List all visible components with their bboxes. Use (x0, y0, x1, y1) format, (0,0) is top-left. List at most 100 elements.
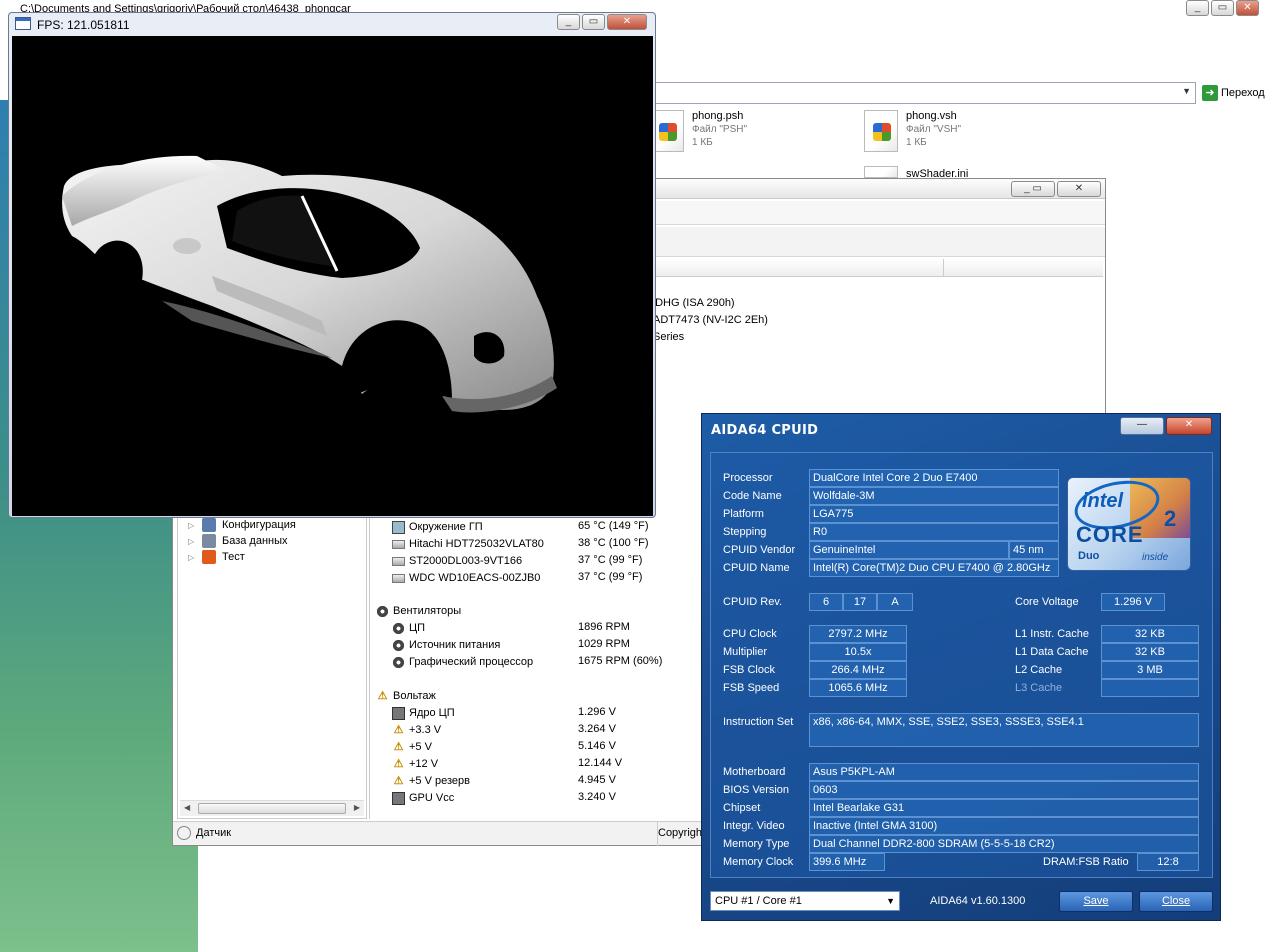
ratio-value: 12:8 (1137, 853, 1199, 871)
sensor-label: GPU Vcc (409, 792, 455, 804)
l3-label: L3 Cache (1015, 682, 1063, 694)
expand-icon[interactable]: ▷ (188, 521, 196, 530)
sensor-row[interactable]: Ядро ЦП (392, 705, 455, 721)
fsbclock-value: 266.4 MHz (809, 661, 907, 679)
version-label: AIDA64 v1.60.1300 (930, 895, 1026, 907)
fps-title: FPS: 121.051811 (37, 18, 130, 32)
tree-item[interactable]: ▷ Тест (188, 549, 245, 565)
sensor-label: ЦП (409, 622, 426, 634)
minimize-icon[interactable]: — (1120, 417, 1164, 435)
close-icon[interactable]: ✕ (607, 14, 647, 30)
sensor-row[interactable]: ST2000DL003-9VT166 (392, 553, 522, 569)
minimize-icon[interactable]: _ (1186, 0, 1209, 16)
scroll-right-icon[interactable]: ▶ (354, 803, 360, 812)
cpuname-value: Intel(R) Core(TM)2 Duo CPU E7400 @ 2.80G… (809, 559, 1059, 577)
l1i-label: L1 Instr. Cache (1015, 628, 1089, 640)
sensor-row[interactable]: Графический процессор (392, 654, 533, 670)
hdd-icon (392, 556, 405, 566)
scroll-left-icon[interactable]: ◀ (184, 803, 190, 812)
hdd-icon (392, 573, 405, 583)
fan-icon (376, 604, 389, 618)
bios-label: BIOS Version (723, 784, 790, 796)
l1d-value: 32 KB (1101, 643, 1199, 661)
platform-value: LGA775 (809, 505, 1059, 523)
l1i-value: 32 KB (1101, 625, 1199, 643)
sensor-value: 1029 RPM (578, 638, 630, 650)
cpuid-window: AIDA64 CPUID — ✕ Processor Code Name Pla… (701, 413, 1221, 921)
sensor-label: Hitachi HDT725032VLAT80 (409, 538, 544, 550)
processor-label: Processor (723, 472, 773, 484)
cpuid-title: AIDA64 CPUID (711, 423, 819, 438)
tree-item[interactable]: ▷ База данных (188, 533, 288, 549)
warning-icon: ⚠ (393, 740, 404, 753)
memclock-label: Memory Clock (723, 856, 794, 868)
expand-icon[interactable]: ▷ (188, 537, 196, 546)
sensor-row[interactable]: ⚠ +12 V (392, 756, 439, 772)
fsbclock-label: FSB Clock (723, 664, 775, 676)
sensor-label: +3.3 V (409, 724, 442, 736)
render-viewport[interactable] (12, 36, 653, 516)
close-icon[interactable]: ✕ (1236, 0, 1259, 16)
tree-item-label: Конфигурация (222, 519, 296, 531)
sensor-label: Источник питания (409, 639, 501, 651)
l2-label: L2 Cache (1015, 664, 1063, 676)
scroll-thumb[interactable] (198, 803, 346, 814)
chevron-down-icon[interactable]: ▼ (1182, 86, 1191, 96)
sensor-row[interactable]: ⚠ +5 V резерв (392, 773, 470, 789)
sensor-row[interactable]: ⚠ Вольтаж (376, 688, 436, 704)
codename-value: Wolfdale-3M (809, 487, 1059, 505)
file-item[interactable]: phong.psh Файл "PSH" 1 КБ (650, 110, 747, 152)
hdd-icon (392, 539, 405, 549)
file-size: 1 КБ (906, 137, 927, 148)
corevolt-value: 1.296 V (1101, 593, 1165, 611)
close-button[interactable]: Close (1139, 891, 1213, 912)
expand-icon[interactable]: ▷ (188, 553, 196, 562)
close-icon[interactable]: ✕ (1057, 181, 1101, 197)
vendor-label: CPUID Vendor (723, 544, 796, 556)
video-value: Inactive (Intel GMA 3100) (809, 817, 1199, 835)
maximize-icon[interactable]: ▭ (1211, 0, 1234, 16)
sensor-row[interactable]: ЦП (392, 620, 425, 636)
go-button[interactable]: ➜ Переход (1200, 82, 1269, 104)
sensor-row[interactable]: Hitachi HDT725032VLAT80 (392, 536, 544, 552)
processor-value: DualCore Intel Core 2 Duo E7400 (809, 469, 1059, 487)
horizontal-scrollbar[interactable]: ◀ ▶ (180, 800, 364, 816)
sensor-row[interactable]: ⚠ +5 V (392, 739, 432, 755)
save-button[interactable]: Save (1059, 891, 1133, 912)
rev-label: CPUID Rev. (723, 596, 783, 608)
sensor-value: 5.146 V (578, 740, 616, 752)
sensor-row[interactable]: ⚠ +3.3 V (392, 722, 442, 738)
file-size: 1 КБ (692, 137, 713, 148)
ratio-label: DRAM:FSB Ratio (1043, 856, 1129, 868)
maximize-icon[interactable]: ▭ (582, 14, 605, 30)
fan-icon (392, 638, 405, 652)
fan-icon (392, 655, 405, 669)
sensor-value: 1675 RPM (60%) (578, 655, 663, 667)
file-icon (864, 110, 898, 152)
address-bar[interactable]: ▼ (654, 82, 1196, 104)
sensor-row[interactable]: WDC WD10EACS-00ZJB0 (392, 570, 540, 586)
sensor-value: 37 °C (99 °F) (578, 554, 643, 566)
tree-item[interactable]: ▷ Конфигурация (188, 517, 296, 533)
vendor-value: GenuineIntel (809, 541, 1009, 559)
minimize-icon[interactable]: _ ▭ (1011, 181, 1055, 197)
minimize-icon[interactable]: _ (557, 14, 580, 30)
sensor-row[interactable]: Вентиляторы (376, 603, 461, 619)
go-arrow-icon: ➜ (1202, 85, 1218, 101)
tree-item-label: База данных (222, 535, 288, 547)
chevron-down-icon[interactable]: ▼ (886, 892, 895, 910)
sensor-label: ST2000DL003-9VT166 (409, 555, 523, 567)
codename-label: Code Name (723, 490, 782, 502)
cpu-core-select[interactable]: CPU #1 / Core #1 ▼ (710, 891, 900, 911)
cpuid-info-panel: Processor Code Name Platform Stepping CP… (710, 452, 1213, 878)
sensor-label: +5 V (409, 741, 432, 753)
close-icon[interactable]: ✕ (1166, 417, 1212, 435)
multiplier-label: Multiplier (723, 646, 768, 658)
sensor-value: 37 °C (99 °F) (578, 571, 643, 583)
file-item[interactable]: phong.vsh Файл "VSH" 1 КБ (864, 110, 961, 152)
sensor-row[interactable]: GPU Vcc (392, 790, 454, 806)
sensor-row[interactable]: Окружение ГП (392, 519, 483, 535)
chip-icon (392, 706, 405, 720)
sensor-row[interactable]: Источник питания (392, 637, 500, 653)
rev-stepping: A (877, 593, 913, 611)
